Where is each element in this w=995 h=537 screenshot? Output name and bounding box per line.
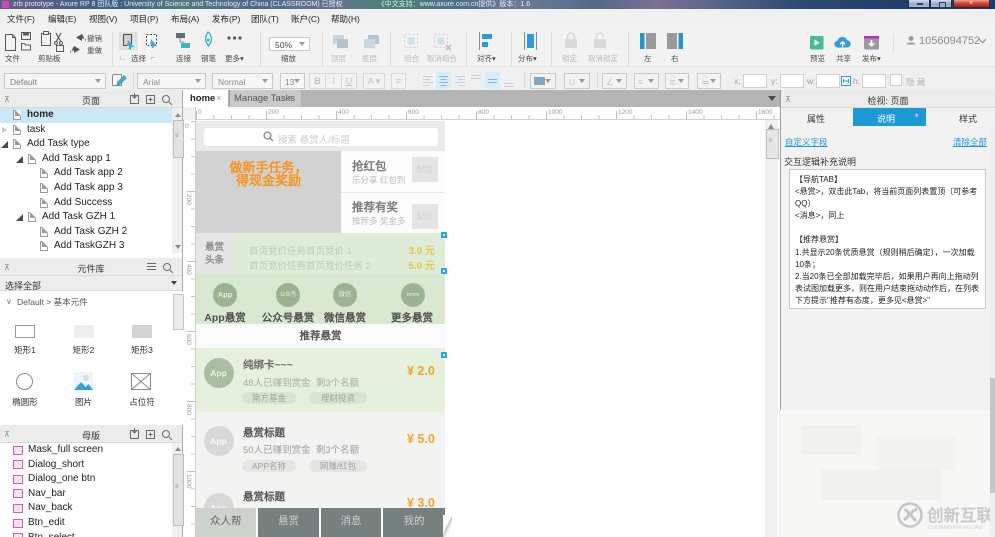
svg-text:CHUANGXIN HULIAN: CHUANGXIN HULIAN xyxy=(928,525,983,531)
svg-text:创新互联: 创新互联 xyxy=(926,505,994,525)
